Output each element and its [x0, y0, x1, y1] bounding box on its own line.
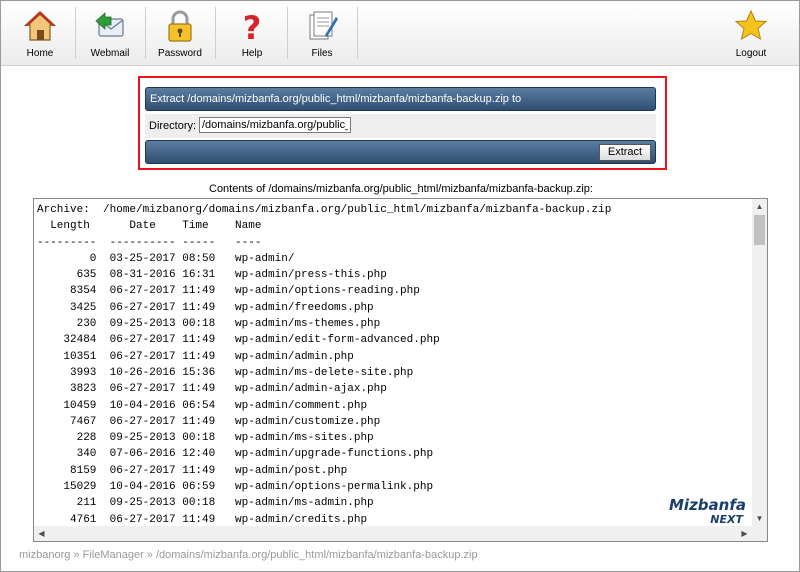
home-button[interactable]: Home	[5, 1, 75, 65]
star-icon	[734, 9, 768, 41]
archive-text: Archive: /home/mizbanorg/domains/mizbanf…	[37, 204, 612, 526]
logout-button[interactable]: Logout	[716, 1, 786, 65]
breadcrumb: mizbanorg » FileManager » /domains/mizba…	[19, 549, 478, 561]
top-toolbar: Home Webmail Password ? Help Files Logou…	[1, 1, 799, 66]
directory-label: Directory:	[149, 120, 197, 132]
mizbanfa-logo: Mizbanfa NEXT	[669, 496, 747, 527]
password-label: Password	[158, 48, 202, 59]
files-label: Files	[311, 48, 333, 59]
help-label: Help	[241, 48, 263, 59]
extract-title: Extract /domains/mizbanfa.org/public_htm…	[150, 93, 522, 105]
scroll-down-icon[interactable]: ▼	[752, 511, 767, 526]
scroll-left-icon[interactable]: ◀	[34, 526, 49, 541]
webmail-button[interactable]: Webmail	[75, 1, 145, 65]
password-button[interactable]: Password	[145, 1, 215, 65]
logout-label: Logout	[735, 48, 767, 59]
scroll-right-icon[interactable]: ▶	[737, 526, 752, 541]
breadcrumb-separator: »	[70, 549, 83, 561]
toolbar-divider	[357, 7, 358, 59]
contents-title: Contents of /domains/mizbanfa.org/public…	[209, 183, 593, 195]
home-label: Home	[26, 48, 54, 59]
svg-text:?: ?	[243, 9, 262, 43]
scroll-thumb[interactable]	[754, 215, 765, 245]
extract-action-bar: Extract	[145, 140, 656, 164]
breadcrumb-path: /domains/mizbanfa.org/public_html/mizban…	[155, 549, 478, 561]
toolbar-divider	[215, 7, 216, 59]
logo-text: Mizbanfa	[669, 496, 746, 514]
padlock-icon	[168, 10, 192, 42]
directory-input[interactable]	[199, 117, 351, 133]
directory-row: Directory:	[145, 114, 656, 138]
files-icon	[309, 11, 338, 40]
scroll-up-icon[interactable]: ▲	[752, 199, 767, 214]
breadcrumb-user[interactable]: mizbanorg	[19, 549, 70, 561]
extract-button[interactable]: Extract	[599, 144, 651, 161]
webmail-label: Webmail	[90, 48, 130, 59]
home-icon	[24, 11, 56, 41]
webmail-icon	[95, 12, 124, 37]
help-button[interactable]: ? Help	[217, 1, 287, 65]
files-button[interactable]: Files	[287, 1, 357, 65]
horizontal-scrollbar[interactable]: ◀ ▶	[34, 526, 767, 541]
breadcrumb-separator: »	[143, 549, 156, 561]
archive-listing[interactable]: Archive: /home/mizbanorg/domains/mizbanf…	[33, 198, 768, 542]
extract-title-bar: Extract /domains/mizbanfa.org/public_htm…	[145, 87, 656, 111]
breadcrumb-filemanager[interactable]: FileManager	[83, 549, 144, 561]
vertical-scrollbar[interactable]: ▲ ▼	[752, 199, 767, 526]
logo-subtext: NEXT	[710, 513, 743, 526]
question-mark-icon: ?	[243, 9, 262, 43]
